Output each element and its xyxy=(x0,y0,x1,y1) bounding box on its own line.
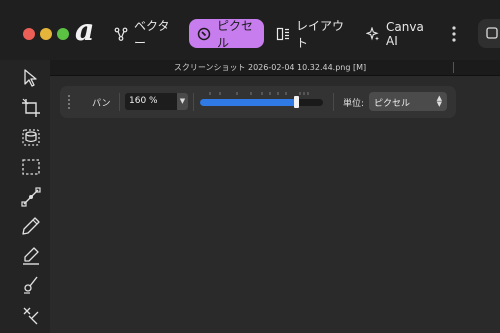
tab-pixel-label: ピクセル xyxy=(217,18,254,50)
zoom-slider-thumb[interactable] xyxy=(293,96,299,108)
zoom-slider-fill xyxy=(200,99,296,106)
zoom-slider[interactable] xyxy=(200,99,323,106)
chevron-down-icon[interactable]: ▼ xyxy=(177,93,188,110)
tab-vector[interactable]: ベクター xyxy=(106,18,184,50)
document-tab-bar: スクリーンショット 2026-02-04 10.32.44.png [M] xyxy=(50,60,500,76)
tools-panel xyxy=(0,60,50,333)
zoom-field[interactable]: 160 % ▼ xyxy=(125,93,188,110)
zoom-window-button[interactable] xyxy=(57,28,69,40)
minimize-window-button[interactable] xyxy=(40,28,52,40)
zoom-value[interactable]: 160 % xyxy=(129,96,158,106)
tab-divider xyxy=(453,62,454,73)
share-button[interactable] xyxy=(478,19,500,48)
close-window-button[interactable] xyxy=(23,28,35,40)
tab-pixel[interactable]: ピクセル xyxy=(189,18,264,50)
drag-handle-icon[interactable] xyxy=(68,95,70,109)
brush-icon[interactable] xyxy=(20,274,42,296)
selection-brush-icon[interactable] xyxy=(20,126,42,148)
layout-icon xyxy=(276,27,289,40)
tab-canva-ai[interactable]: Canva AI xyxy=(358,19,440,48)
divider xyxy=(119,93,120,111)
tab-canva-ai-label: Canva AI xyxy=(386,19,424,48)
node-icon[interactable] xyxy=(20,186,42,208)
marquee-icon[interactable] xyxy=(20,156,42,178)
sparkle-icon xyxy=(366,26,379,40)
warp-icon[interactable] xyxy=(20,304,42,326)
affinity-logo-icon: a xyxy=(75,13,95,48)
document-tab[interactable]: スクリーンショット 2026-02-04 10.32.44.png [M] xyxy=(140,62,400,73)
tool-name-label: パン xyxy=(92,99,111,109)
vector-nodes-icon xyxy=(114,27,128,41)
more-options-icon[interactable] xyxy=(447,24,461,44)
pen-icon[interactable] xyxy=(20,215,42,237)
pixel-brush-icon xyxy=(197,27,211,40)
share-icon xyxy=(486,27,498,39)
crop-icon[interactable] xyxy=(20,97,42,119)
slider-ticks xyxy=(209,92,309,95)
title-bar: a ベクター ピクセル レイアウト Canva AI xyxy=(0,0,500,60)
divider xyxy=(193,93,194,111)
divider xyxy=(333,93,334,111)
select-arrows-icon: ▲ ▼ xyxy=(436,94,442,108)
unit-label: 単位: xyxy=(343,99,365,109)
pencil-icon[interactable] xyxy=(20,245,42,267)
move-icon[interactable] xyxy=(20,67,42,89)
tab-vector-label: ベクター xyxy=(134,18,170,50)
unit-select[interactable]: ピクセル ▲ ▼ xyxy=(369,92,447,111)
tab-layout[interactable]: レイアウト xyxy=(268,18,356,50)
unit-value: ピクセル xyxy=(374,99,411,109)
tab-layout-label: レイアウト xyxy=(296,18,345,50)
